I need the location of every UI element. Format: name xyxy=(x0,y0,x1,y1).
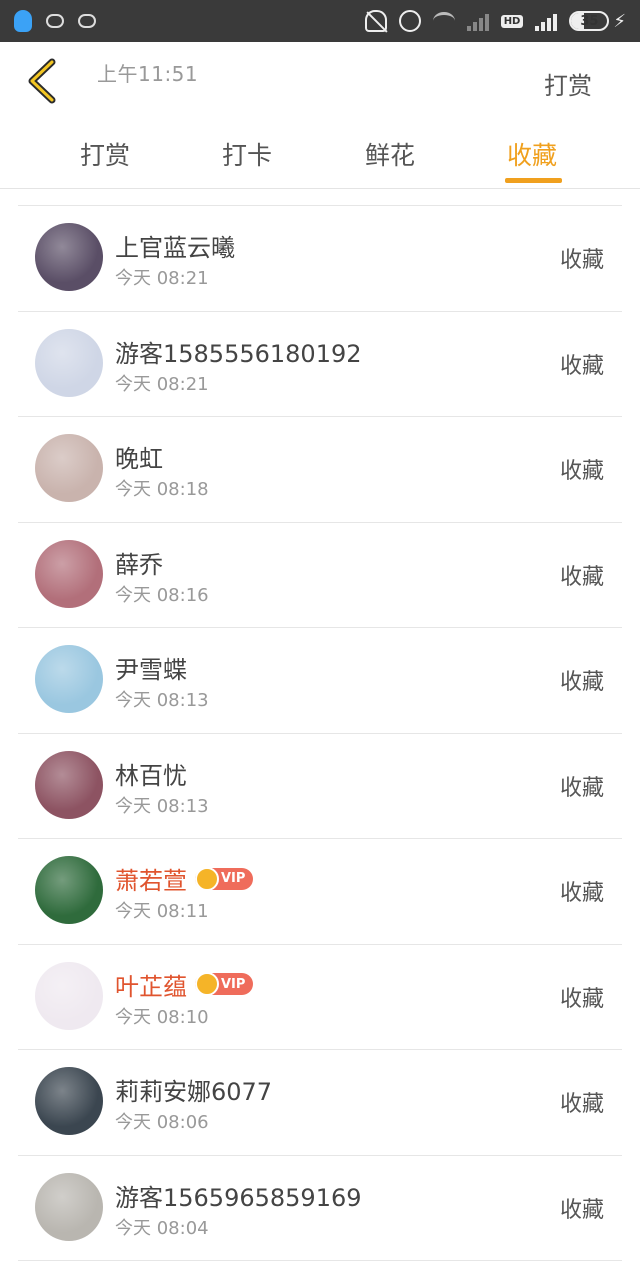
list-item[interactable]: 游客15855561801​92 今天 08:21 收藏 xyxy=(18,312,622,417)
action-label: 收藏 xyxy=(559,670,604,695)
avatar[interactable] xyxy=(35,961,103,1030)
name-line: 萧若萱 VIP xyxy=(115,861,254,896)
timestamp: 今天 08:04 xyxy=(115,1217,209,1239)
action-label: 收藏 xyxy=(559,881,604,906)
notification-app-icon xyxy=(46,14,64,28)
battery-icon: 35 ⚡ xyxy=(569,11,626,32)
tab-favorites[interactable]: 收藏 xyxy=(507,136,557,172)
list-item[interactable]: 尹雪蝶今天 08:13 收藏 xyxy=(18,628,622,734)
crown-icon xyxy=(195,866,219,891)
name-line: 薛乔 xyxy=(115,545,163,580)
avatar[interactable] xyxy=(35,223,103,291)
avatar[interactable] xyxy=(35,750,103,819)
battery-level: 35 xyxy=(580,13,599,29)
name-line: 林百忧 xyxy=(115,756,187,791)
back-chevron-icon[interactable] xyxy=(24,58,64,104)
avatar[interactable] xyxy=(35,1172,103,1241)
name-line: 尹雪蝶 xyxy=(115,650,187,685)
action-label: 收藏 xyxy=(559,1092,604,1117)
user-name: 叶芷蕴 xyxy=(115,972,187,1001)
avatar[interactable] xyxy=(35,645,103,713)
list-item[interactable]: 莉莉安娜6077 今天 08:06 收藏 xyxy=(18,1050,622,1156)
vip-label: VIP xyxy=(221,871,246,886)
list-item[interactable]: 叶芷蕴 VIP 今天 08:10 收藏 xyxy=(18,945,622,1050)
header: 打赏 xyxy=(0,42,640,122)
name-line: 叶芷蕴 VIP xyxy=(115,967,254,1002)
timestamp: 今天 08:13 xyxy=(115,690,209,711)
list-item[interactable]: 游客15659658591​69 今天 08:04 收藏 xyxy=(18,1156,622,1261)
user-name: 薛乔 xyxy=(115,550,163,579)
action-label: 收藏 xyxy=(559,353,604,379)
user-name: 游客15659658591​69 xyxy=(115,1183,362,1212)
list-item[interactable]: 薛乔今天 08:16 收藏 xyxy=(18,523,622,628)
timestamp: 今天 08:18 xyxy=(115,479,209,500)
signal-weak-icon xyxy=(466,11,489,31)
name-line: 游客15855561801​92 xyxy=(115,334,362,369)
avatar[interactable] xyxy=(35,539,103,608)
crown-icon xyxy=(195,972,219,996)
user-name: 晚虹 xyxy=(115,445,163,473)
vip-label: VIP xyxy=(221,976,246,992)
action-label: 收藏 xyxy=(559,986,604,1012)
timestamp: 今天 08:06 xyxy=(115,1112,209,1133)
user-name: 游客15855561801​92 xyxy=(115,339,362,368)
vip-badge: VIP xyxy=(195,972,254,996)
status-right: HD 35 ⚡ xyxy=(364,10,626,32)
name-line: 上官蓝云曦 xyxy=(115,228,235,263)
favorites-list: 上官蓝云曦 今天 08:21 收藏 游客15855561801​92 今天 08:21 收… xyxy=(18,206,622,1261)
status-left: 上午11:51 xyxy=(14,10,198,86)
timestamp: 今天 08:16 xyxy=(115,584,209,606)
tab-flowers[interactable]: 鲜花 xyxy=(365,136,415,172)
mute-icon xyxy=(364,10,387,32)
timestamp: 今天 08:21 xyxy=(115,373,209,395)
user-name: 萧若萱 xyxy=(115,867,187,895)
action-label: 收藏 xyxy=(559,459,604,484)
avatar[interactable] xyxy=(35,1067,103,1135)
status-bar: 上午11:51 HD 35 ⚡ xyxy=(0,0,640,86)
timestamp: 今天 08:21 xyxy=(115,268,209,289)
timestamp: 今天 08:13 xyxy=(115,795,209,817)
avatar[interactable] xyxy=(35,328,103,397)
avatar[interactable] xyxy=(35,856,103,924)
tab-checkin[interactable]: 打卡 xyxy=(222,136,272,172)
user-name: 上官蓝云曦 xyxy=(115,234,235,262)
tab-reward[interactable]: 打赏 xyxy=(80,136,130,172)
action-label: 收藏 xyxy=(559,1197,604,1223)
list-item[interactable]: 晚虹今天 08:18 收藏 xyxy=(18,417,622,523)
qq-icon xyxy=(14,10,32,32)
charging-icon: ⚡ xyxy=(613,10,626,32)
action-label: 收藏 xyxy=(559,564,604,590)
signal-icon xyxy=(535,11,558,31)
user-name: 莉莉安娜6077 xyxy=(115,1078,273,1106)
name-line: 晚虹 xyxy=(115,439,163,474)
name-line: 游客15659658591​69 xyxy=(115,1178,362,1213)
alarm-icon xyxy=(398,10,421,32)
timestamp: 今天 08:11 xyxy=(115,901,209,922)
tabs-divider xyxy=(0,188,640,189)
tab-active-indicator xyxy=(505,178,562,183)
list-item[interactable]: 林百忧今天 08:13 收藏 xyxy=(18,734,622,839)
reward-button[interactable]: 打赏 xyxy=(544,66,592,101)
avatar[interactable] xyxy=(35,434,103,502)
timestamp: 今天 08:10 xyxy=(115,1006,209,1028)
action-label: 收藏 xyxy=(559,775,604,801)
list-item[interactable]: 萧若萱 VIP 今天 08:11 收藏 xyxy=(18,839,622,945)
list-item[interactable]: 上官蓝云曦今天 08:21 收藏 xyxy=(18,206,622,312)
name-line: 莉莉安娜6077 xyxy=(115,1072,272,1107)
notification-app-icon-2 xyxy=(78,14,96,28)
wifi-off-icon xyxy=(432,12,455,30)
user-name: 尹雪蝶 xyxy=(115,656,187,684)
action-label: 收藏 xyxy=(559,248,604,273)
hd-icon: HD xyxy=(500,14,524,28)
user-name: 林百忧 xyxy=(115,761,187,790)
vip-badge: VIP xyxy=(195,866,254,891)
